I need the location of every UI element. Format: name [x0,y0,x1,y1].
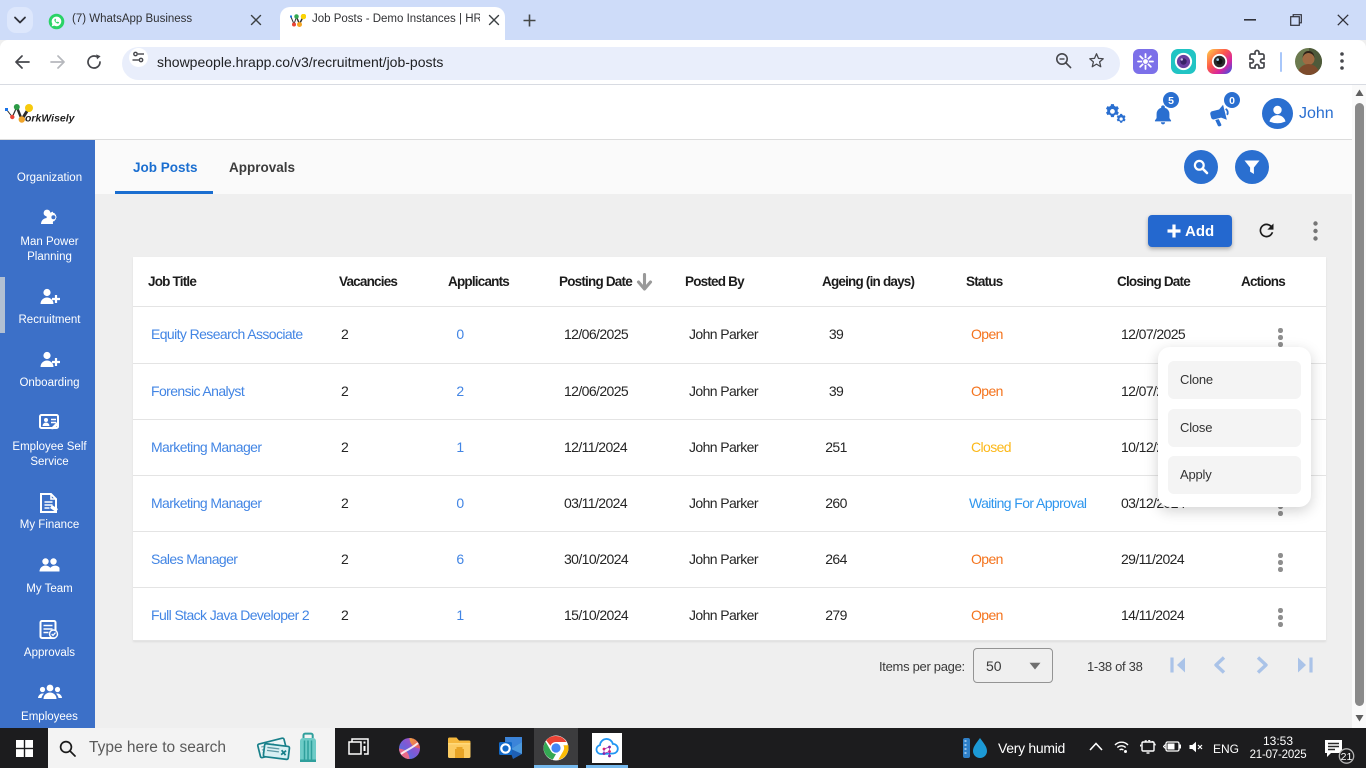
svg-text:orkWisely: orkWisely [25,113,76,125]
svg-text:5: 5 [1168,95,1174,107]
svg-text:0: 0 [1229,95,1235,107]
svg-text:21: 21 [1341,751,1353,763]
